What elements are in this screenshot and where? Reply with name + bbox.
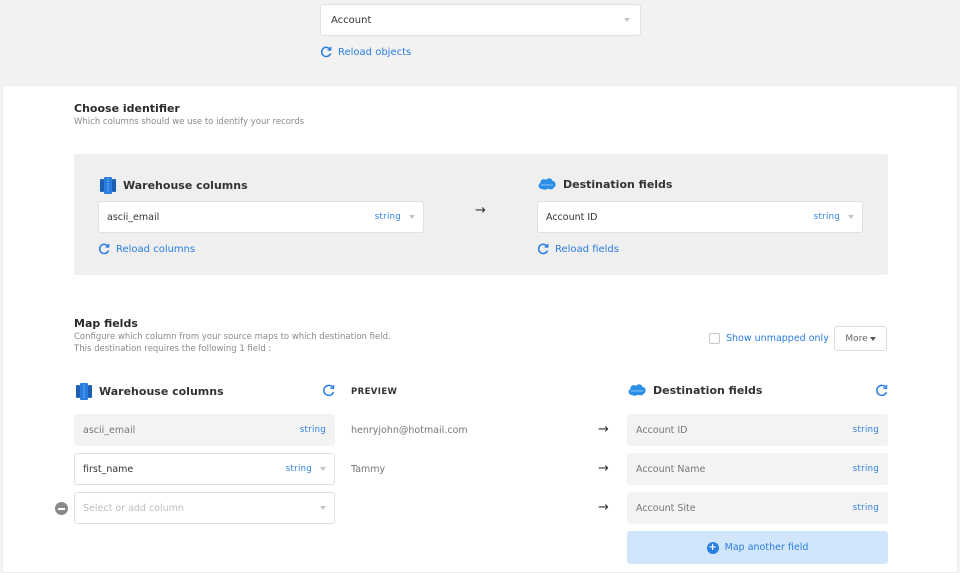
destination-field-value: Account ID — [636, 424, 688, 436]
map-warehouse-heading: Warehouse columns — [75, 382, 224, 400]
identifier-destination-heading: Destination fields — [537, 176, 672, 192]
reload-icon — [320, 46, 332, 58]
identifier-warehouse-heading-label: Warehouse columns — [123, 178, 248, 192]
preview-value: henryjohn@hotmail.com — [351, 425, 468, 436]
source-column-placeholder: Select or add column — [83, 502, 184, 514]
type-label: string — [813, 212, 840, 222]
map-fields-title: Map fields — [74, 317, 138, 330]
identifier-warehouse-select[interactable]: ascii_email string — [98, 201, 424, 233]
type-label: string — [374, 212, 401, 222]
map-another-field-label: Map another field — [724, 542, 809, 553]
chevron-down-icon — [848, 215, 854, 219]
reload-fields-label: Reload fields — [555, 243, 619, 255]
type-label: string — [285, 464, 312, 474]
map-destination-heading-label: Destination fields — [653, 383, 763, 397]
source-column-value: ascii_email — [83, 424, 136, 436]
mapping-row-destination: Account Name string — [627, 453, 888, 485]
salesforce-cloud-icon — [538, 178, 556, 190]
mapping-row-source-select[interactable]: first_name string — [74, 453, 335, 485]
mapping-row-source-select[interactable]: Select or add column — [74, 492, 335, 524]
reload-columns-icon[interactable] — [322, 384, 335, 397]
type-label: string — [299, 425, 326, 435]
identifier-destination-value: Account ID — [546, 211, 598, 223]
map-destination-heading: Destination fields — [627, 382, 762, 398]
identifier-warehouse-heading: Warehouse columns — [99, 176, 248, 194]
map-fields-subtitle: Configure which column from your source … — [74, 332, 391, 342]
mapping-row-destination: Account Site string — [627, 492, 888, 524]
choose-identifier-title: Choose identifier — [74, 102, 180, 115]
remove-row-icon[interactable] — [55, 502, 68, 515]
type-label: string — [852, 464, 879, 474]
reload-icon — [537, 243, 549, 255]
show-unmapped-toggle[interactable]: Show unmapped only — [709, 333, 829, 344]
mapping-row-source: ascii_email string — [74, 414, 335, 446]
chevron-down-icon — [409, 215, 415, 219]
reload-objects-label: Reload objects — [338, 46, 412, 58]
source-column-value: first_name — [83, 463, 134, 475]
preview-heading: PREVIEW — [351, 387, 398, 397]
reload-fields-link[interactable]: Reload fields — [537, 243, 619, 255]
identifier-destination-select[interactable]: Account ID string — [537, 201, 863, 233]
preview-value: Tammy — [351, 464, 386, 475]
object-select[interactable]: Account — [320, 4, 641, 36]
chevron-down-icon — [320, 506, 326, 510]
map-another-field-button[interactable]: + Map another field — [627, 531, 888, 564]
type-label: string — [852, 425, 879, 435]
map-fields-requirement: This destination requires the following … — [74, 344, 272, 354]
reload-columns-link[interactable]: Reload columns — [98, 243, 195, 255]
arrow-right-icon: → — [475, 203, 486, 218]
type-label: string — [852, 503, 879, 513]
identifier-destination-heading-label: Destination fields — [563, 177, 673, 191]
arrow-right-icon: → — [598, 461, 609, 476]
caret-down-icon — [869, 336, 876, 341]
salesforce-cloud-icon — [628, 384, 646, 396]
show-unmapped-label: Show unmapped only — [726, 333, 829, 344]
identifier-warehouse-value: ascii_email — [107, 211, 160, 223]
map-warehouse-heading-label: Warehouse columns — [99, 384, 224, 398]
destination-field-value: Account Name — [636, 463, 706, 475]
reload-fields-icon[interactable] — [875, 384, 888, 397]
destination-field-value: Account Site — [636, 502, 696, 514]
reload-icon — [98, 243, 110, 255]
object-select-value: Account — [331, 14, 372, 26]
arrow-right-icon: → — [598, 500, 609, 515]
more-button[interactable]: More — [834, 326, 887, 351]
reload-columns-label: Reload columns — [116, 243, 196, 255]
show-unmapped-checkbox[interactable] — [709, 333, 720, 344]
chevron-down-icon — [624, 18, 630, 22]
mapping-row-destination: Account ID string — [627, 414, 888, 446]
plus-circle-icon: + — [706, 541, 719, 554]
reload-objects-link[interactable]: Reload objects — [320, 46, 411, 58]
choose-identifier-subtitle: Which columns should we use to identify … — [74, 117, 305, 127]
arrow-right-icon: → — [598, 422, 609, 437]
chevron-down-icon — [320, 467, 326, 471]
warehouse-icon — [100, 177, 116, 194]
warehouse-icon — [76, 383, 92, 400]
more-label: More — [845, 333, 868, 344]
